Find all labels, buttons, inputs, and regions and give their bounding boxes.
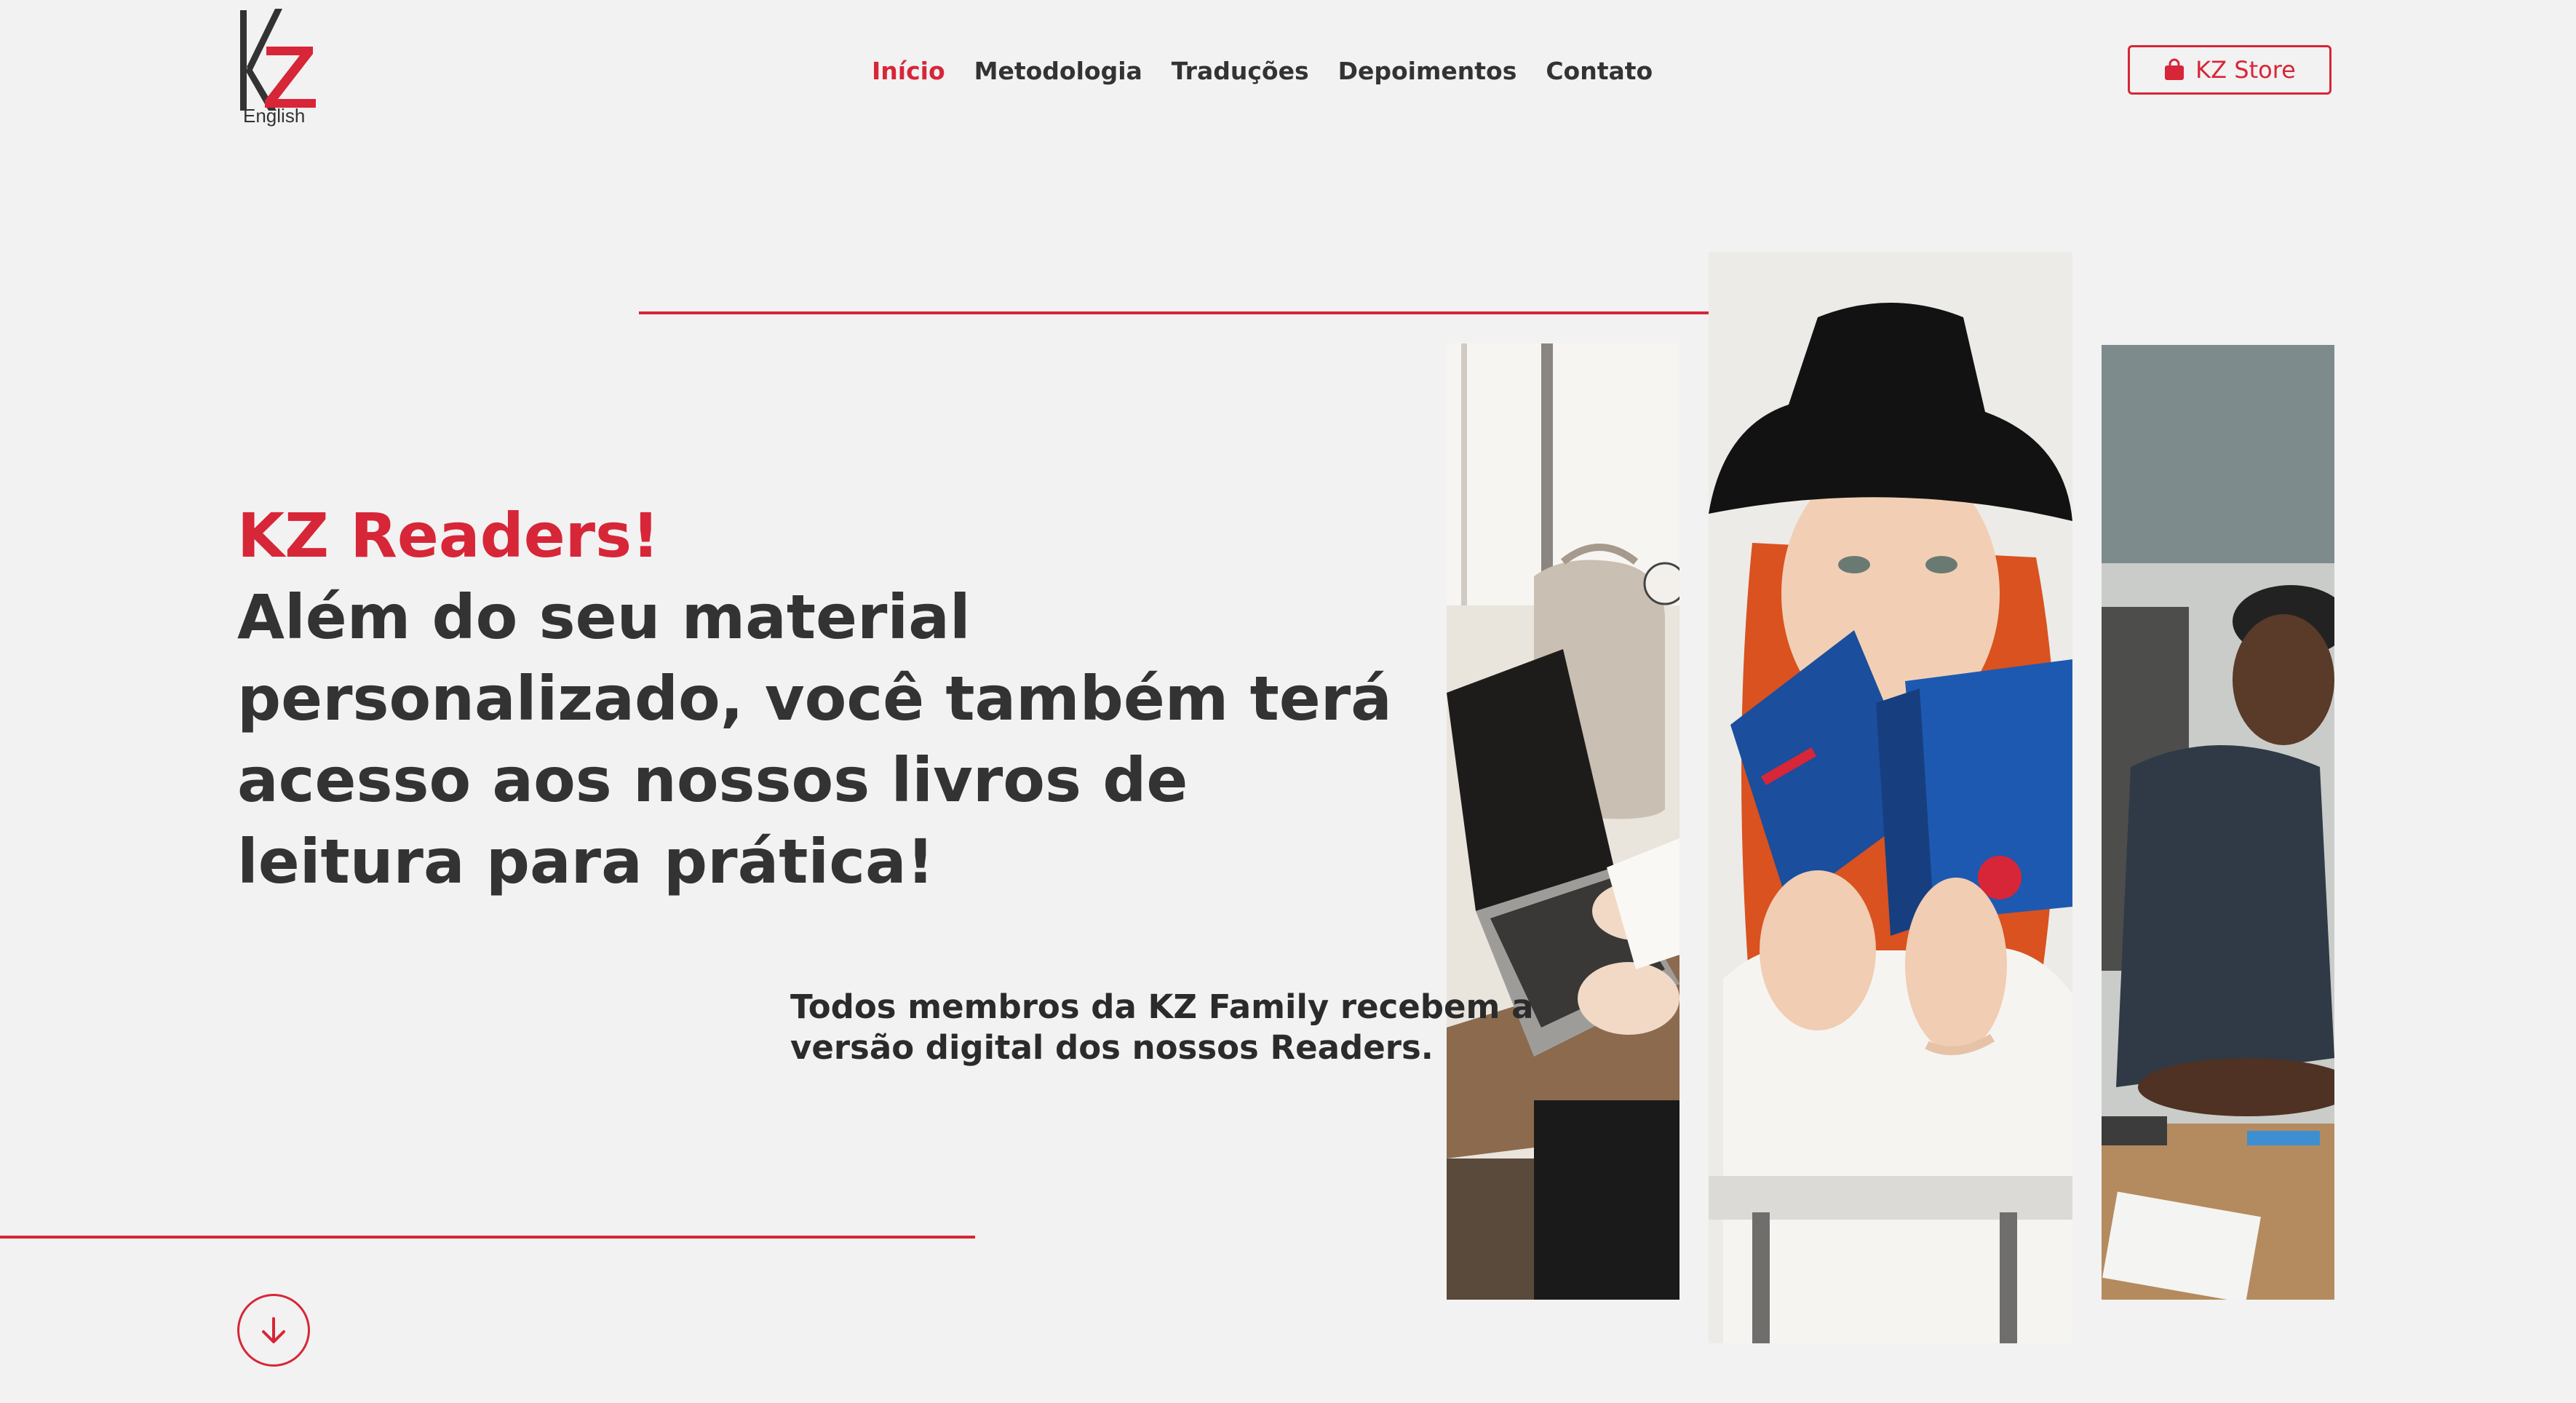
kz-store-button[interactable]: KZ Store — [2128, 45, 2331, 95]
shopping-bag-icon — [2163, 58, 2185, 82]
arrow-down-icon — [262, 1317, 285, 1343]
brand-logo[interactable]: English — [237, 9, 325, 128]
accent-line-bottom — [0, 1236, 975, 1239]
nav-item-depoimentos[interactable]: Depoimentos — [1338, 52, 1517, 90]
logo-subtitle: English — [243, 105, 306, 127]
hero-heading: KZ Readers! Além do seu material persona… — [237, 495, 1416, 902]
nav-item-metodologia[interactable]: Metodologia — [974, 52, 1142, 90]
scroll-down-button[interactable] — [237, 1294, 310, 1367]
hero-title: Além do seu material personalizado, você… — [237, 581, 1392, 897]
kz-store-label: KZ Store — [2195, 56, 2296, 84]
logo-mark-icon — [240, 9, 316, 111]
main-navigation: Início Metodologia Traduções Depoimentos… — [872, 52, 1653, 90]
nav-item-inicio[interactable]: Início — [872, 52, 945, 90]
man-studying-photo — [2102, 345, 2334, 1300]
nav-item-traducoes[interactable]: Traduções — [1172, 52, 1309, 90]
hero-subtitle: Todos membros da KZ Family recebem a ver… — [790, 987, 1534, 1067]
hero-kicker: KZ Readers! — [237, 500, 660, 571]
woman-reading-dictionary-photo — [1709, 252, 2072, 1343]
nav-item-contato[interactable]: Contato — [1546, 52, 1653, 90]
laptop-photo — [1447, 343, 1679, 1300]
accent-line-top — [639, 311, 1710, 314]
